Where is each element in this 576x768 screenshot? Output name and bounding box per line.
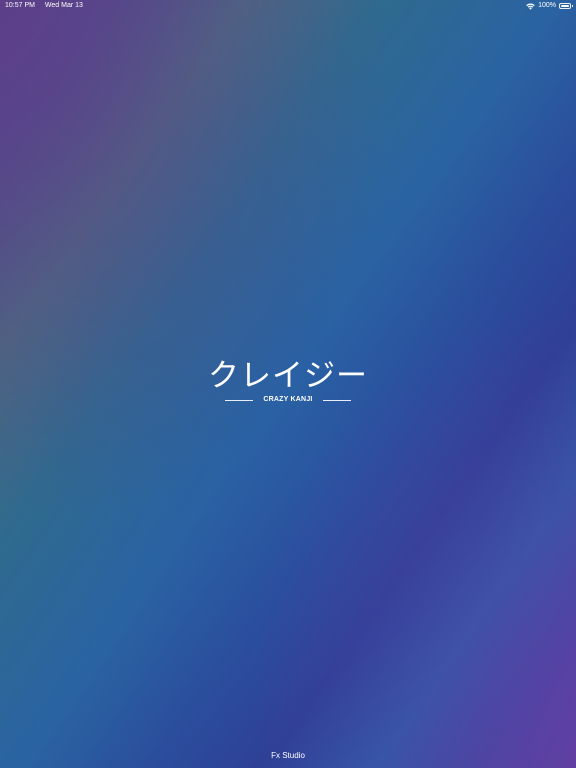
battery-percent: 100%	[538, 2, 556, 9]
logo-divider-left	[225, 399, 254, 401]
logo-title: クレイジー	[208, 358, 368, 394]
logo-divider-right	[322, 399, 351, 401]
battery-icon	[559, 3, 573, 9]
logo-subtitle-row: CRAZY KANJI	[0, 395, 576, 405]
studio-credit: Fx Studio	[271, 751, 305, 760]
status-left: 10:57 PM Wed Mar 13	[5, 0, 91, 12]
status-bar: 10:57 PM Wed Mar 13 100%	[0, 0, 576, 12]
splash-screen: 10:57 PM Wed Mar 13 100% クレイジー CRAZY KAN…	[0, 0, 576, 768]
status-time: 10:57 PM	[5, 2, 35, 9]
logo-subtitle: CRAZY KANJI	[263, 396, 313, 403]
status-date: Wed Mar 13	[44, 2, 83, 9]
app-logo: クレイジー CRAZY KANJI	[0, 356, 576, 405]
status-right: 100%	[526, 0, 573, 12]
wifi-icon	[526, 2, 535, 10]
